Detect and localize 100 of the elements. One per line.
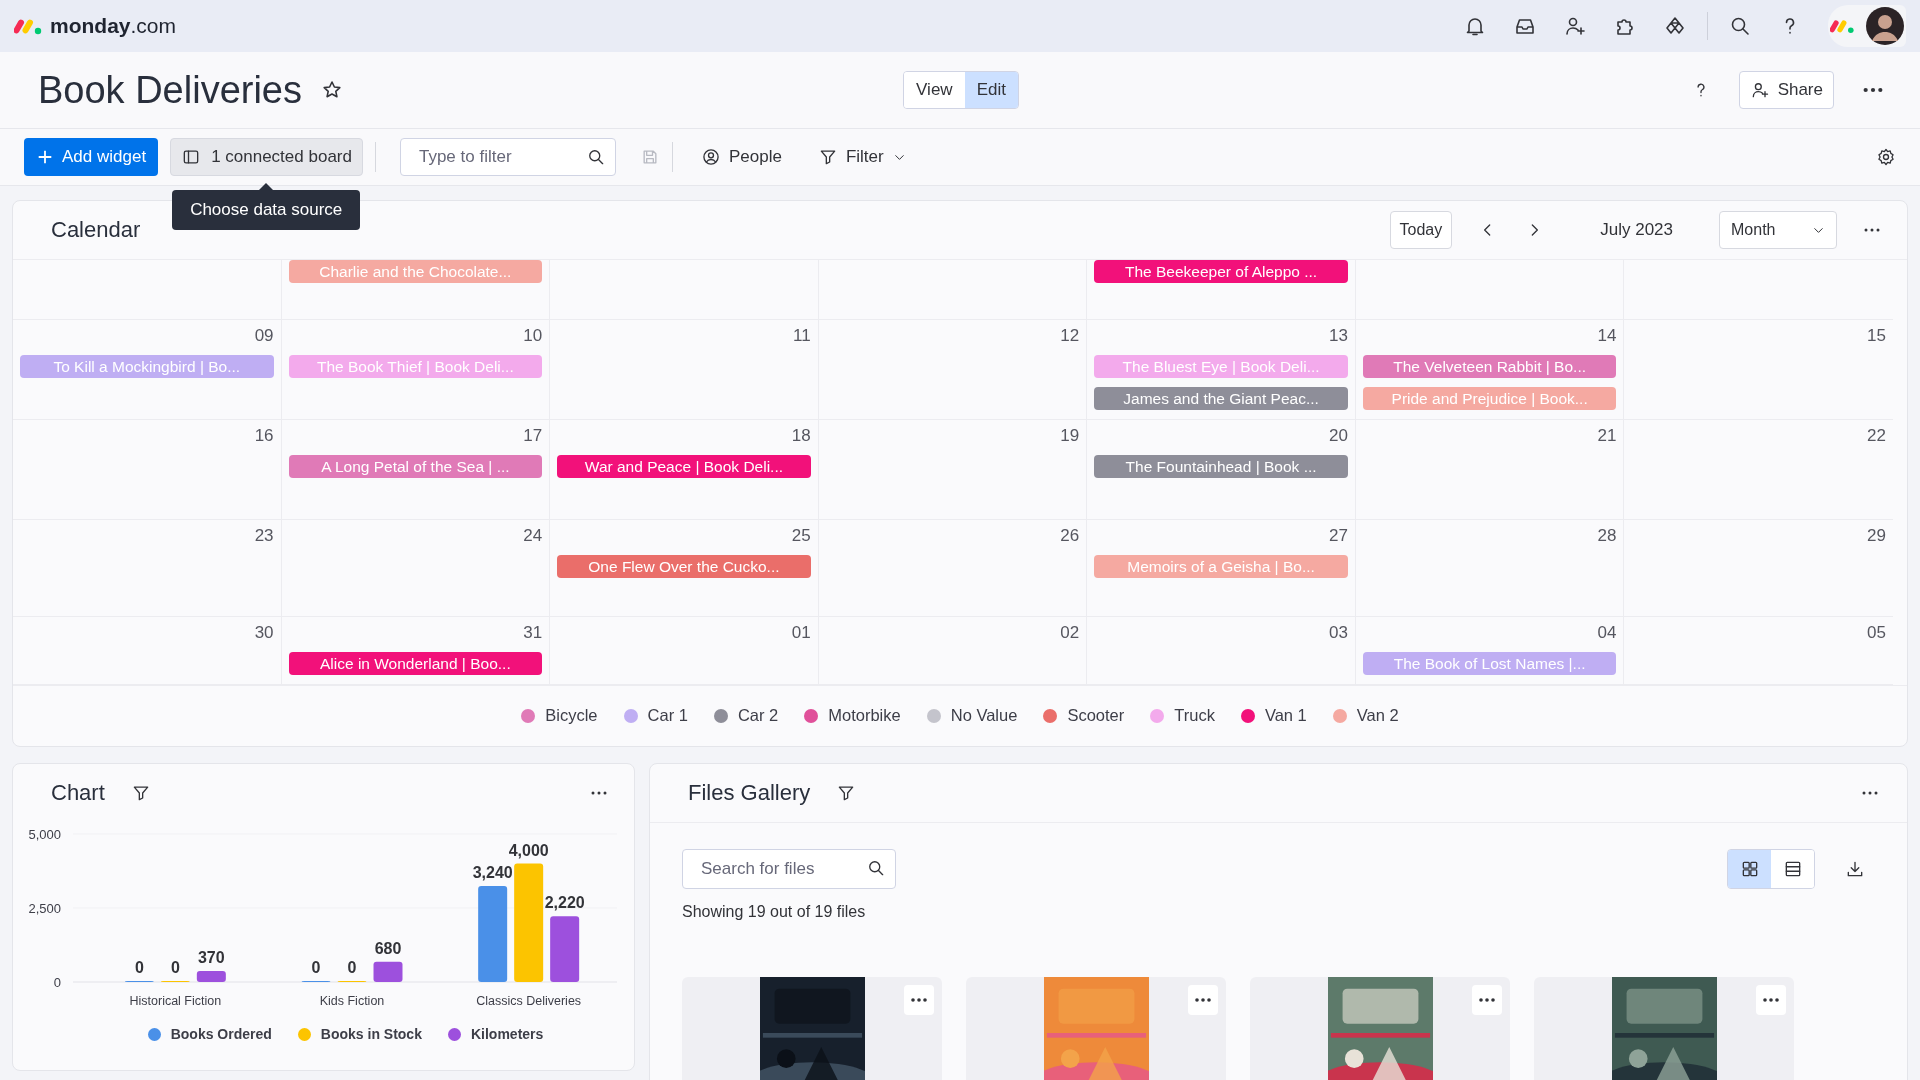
day-number: 27 [1328,525,1348,546]
more-icon[interactable] [1863,227,1881,233]
day-cell[interactable]: 24 [281,520,551,617]
logo-icon[interactable] [14,16,44,36]
search-icon[interactable] [866,858,886,878]
day-cell[interactable]: 23 [13,520,282,617]
view-dropdown[interactable]: Month [1719,211,1837,249]
day-cell[interactable]: 29 [1624,520,1893,617]
day-cell[interactable]: 15 [1624,320,1893,420]
day-cell[interactable]: 09 To Kill a Mockingbird | Bo... [13,320,282,420]
day-number: 29 [1867,525,1886,546]
day-cell[interactable]: 16 [13,420,282,520]
day-cell[interactable]: 01 [550,617,819,685]
list-view-button[interactable] [1771,850,1814,888]
add-widget-button[interactable]: Add widget [24,138,159,176]
category-label: Kids Fiction [319,994,385,1008]
logo-icon[interactable] [1830,17,1856,35]
mode-tab[interactable]: View [904,72,965,108]
legend-label: Truck [1174,706,1215,725]
legend-label: Books in Stock [320,1026,422,1042]
legend-label: Scooter [1067,706,1125,725]
value-label: 2,220 [544,894,585,912]
connected-board-button[interactable]: 1 connected board [170,138,363,176]
people-button[interactable]: People [692,141,790,173]
calendar-event[interactable]: Alice in Wonderland | Boo... [288,652,543,675]
value-label: 0 [347,959,357,976]
day-number: 19 [1060,425,1080,446]
day-cell[interactable]: 30 [13,617,282,685]
day-number: 12 [1060,325,1080,346]
day-cell[interactable]: 31 Alice in Wonderland | Boo... [281,617,551,685]
day-number: 10 [523,325,543,346]
day-cell[interactable]: 05 [1624,617,1893,685]
axis-tick-label: 5,000 [28,827,61,842]
legend-label: Books Ordered [170,1026,272,1042]
day-cell[interactable]: 04 The Book of Lost Names |... [1355,617,1625,685]
day-number: 21 [1597,425,1617,446]
mode-tab[interactable]: Edit [964,72,1018,108]
file-card[interactable] [1534,977,1794,1080]
day-number: 17 [523,425,543,446]
filter-field[interactable]: Type to filter [399,138,616,176]
day-cell[interactable]: 18 War and Peace | Book Deli... [550,420,819,520]
category-label: Classics Deliveries [476,994,582,1008]
day-number: 09 [254,325,274,346]
legend-label: Car 1 [647,706,688,725]
settings-icon[interactable] [1876,147,1896,167]
day-cell[interactable]: 11 [550,320,819,420]
day-number: 05 [1867,622,1886,643]
plus-icon [36,148,54,166]
more-button[interactable] [1188,985,1218,1015]
search-field[interactable]: Search for files [682,849,896,889]
legend-label: No Value [950,706,1018,725]
day-cell[interactable]: 25 One Flew Over the Cucko... [550,520,819,617]
day-cell[interactable]: 02 [818,617,1088,685]
file-count: Showing 19 out of 19 files [682,903,867,921]
day-cell[interactable]: 21 [1355,420,1625,520]
download-icon[interactable] [1845,859,1865,879]
day-cell[interactable]: 20 The Fountainhead | Book ... [1087,420,1356,520]
day-number: 20 [1328,425,1348,446]
file-card[interactable] [682,977,942,1080]
day-number: 31 [523,622,543,643]
value-label: 3,240 [472,864,513,882]
day-number: 03 [1328,622,1348,643]
month-label: July 2023 [1600,220,1673,240]
legend-label: Van 1 [1264,706,1307,725]
logo-wordmark[interactable]: monday.com [50,14,177,38]
day-cell[interactable]: 26 [818,520,1088,617]
more-icon[interactable] [1862,86,1884,94]
category-label: Historical Fiction [129,994,222,1008]
day-number: 02 [1060,622,1080,643]
day-number: 18 [791,425,811,446]
axis-tick-label: 0 [53,975,61,990]
calendar-event[interactable]: War and Peace | Book Deli... [557,455,811,478]
day-cell[interactable]: The Beekeeper of Aleppo ... [1087,260,1356,320]
avatar[interactable] [1866,7,1904,45]
day-cell[interactable]: 12 [818,320,1088,420]
day-cell[interactable]: 03 [1087,617,1356,685]
day-cell[interactable]: 22 [1624,420,1893,520]
day-cell[interactable]: 17 A Long Petal of the Sea | ... [281,420,551,520]
share-button[interactable]: Share [1738,71,1834,109]
day-number: 26 [1060,525,1080,546]
day-cell[interactable]: 28 [1355,520,1625,617]
more-button[interactable] [1472,985,1502,1015]
more-icon[interactable] [590,790,608,796]
day-number: 14 [1597,325,1617,346]
today-button[interactable]: Today [1389,211,1453,249]
widget-title: Chart [51,780,105,806]
filter-button[interactable]: Filter [809,141,915,173]
day-cell[interactable]: 27 Memoirs of a Geisha | Bo... [1087,520,1356,617]
board-title: Book Deliveries [38,68,302,112]
widget-title: Files Gallery [688,780,811,806]
more-icon[interactable] [1861,790,1879,796]
day-cell[interactable]: 10 The Book Thief | Book Deli... [281,320,551,420]
value-label: 680 [374,939,402,957]
more-button[interactable] [904,985,934,1015]
calendar-event[interactable]: The Beekeeper of Aleppo ... [1094,260,1348,283]
grid-view-button[interactable] [1728,850,1771,888]
day-number: 11 [793,325,811,346]
value-label: 0 [134,959,144,976]
day-cell[interactable]: 19 [818,420,1088,520]
more-button[interactable] [1756,985,1786,1015]
